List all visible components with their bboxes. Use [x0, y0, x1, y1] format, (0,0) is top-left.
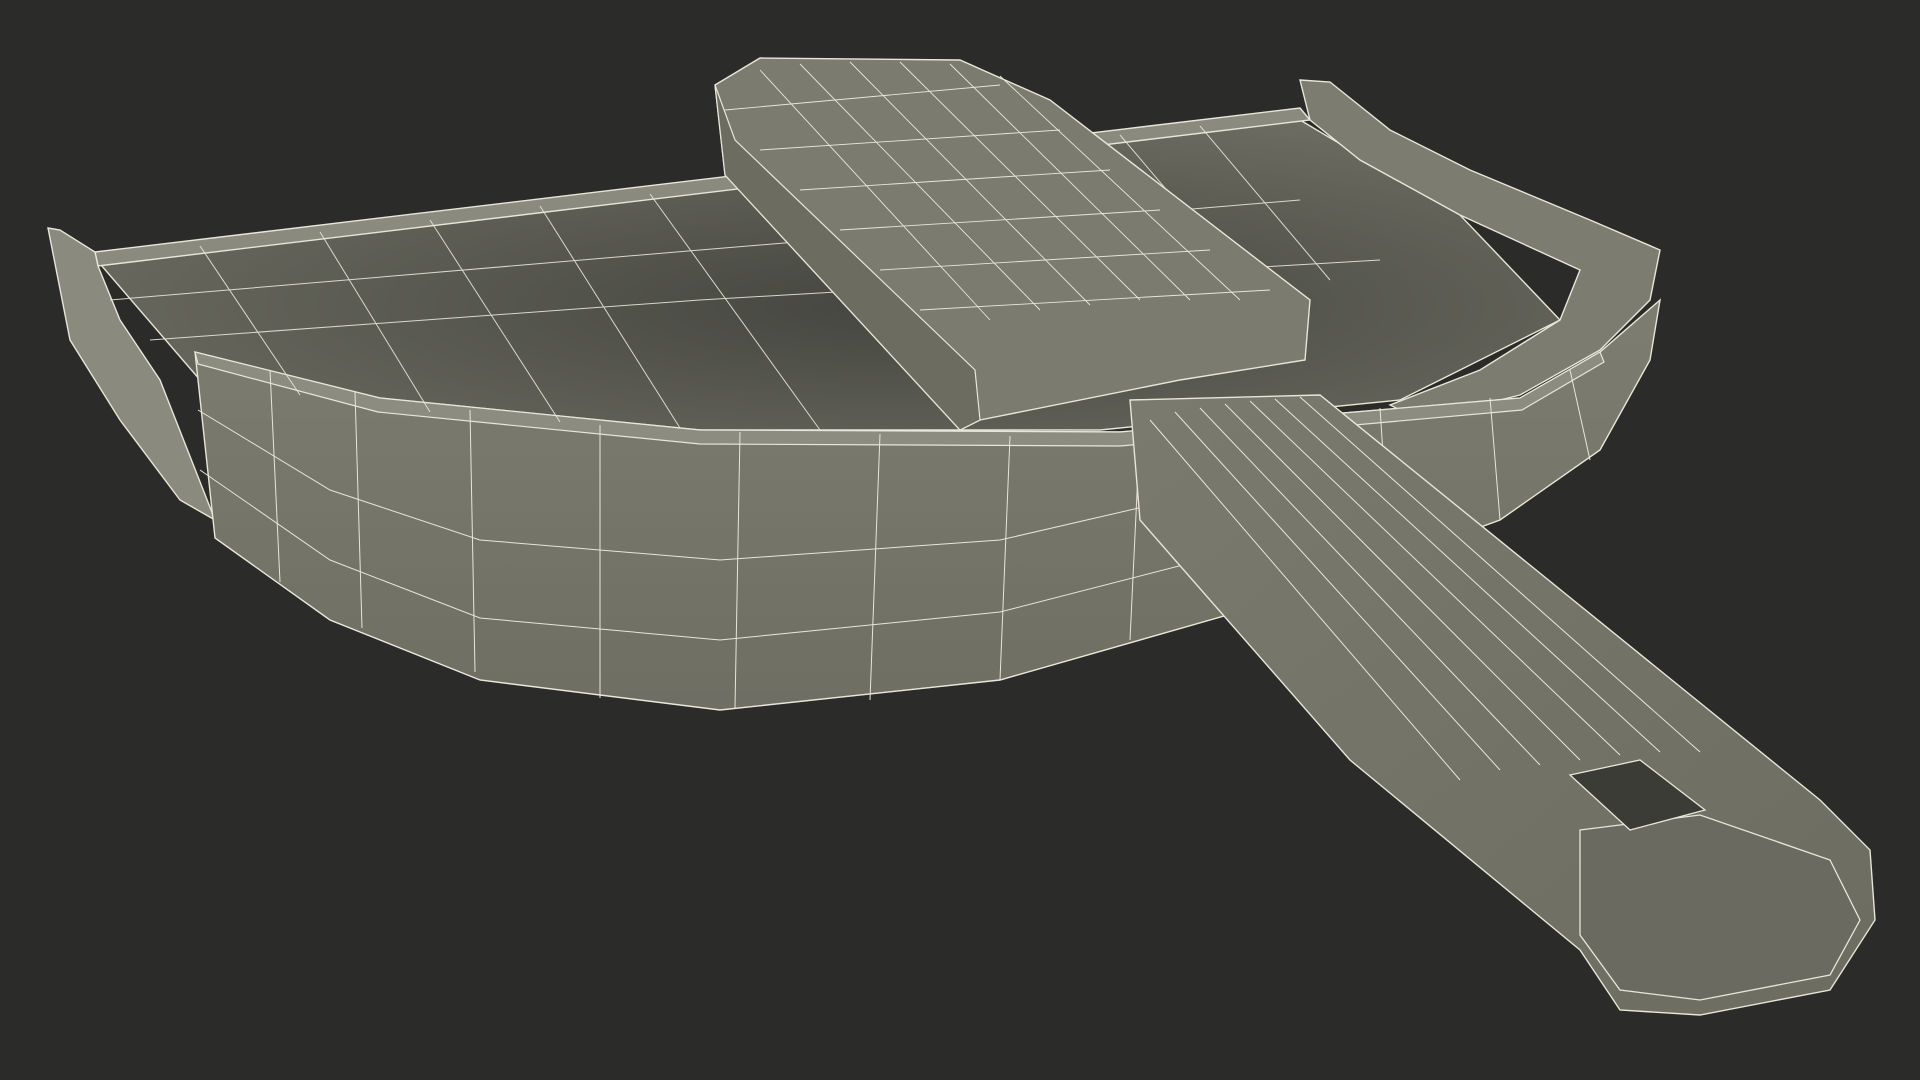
render-viewport [0, 0, 1920, 1080]
dustpan-wireframe-render [47, 57, 1876, 1016]
